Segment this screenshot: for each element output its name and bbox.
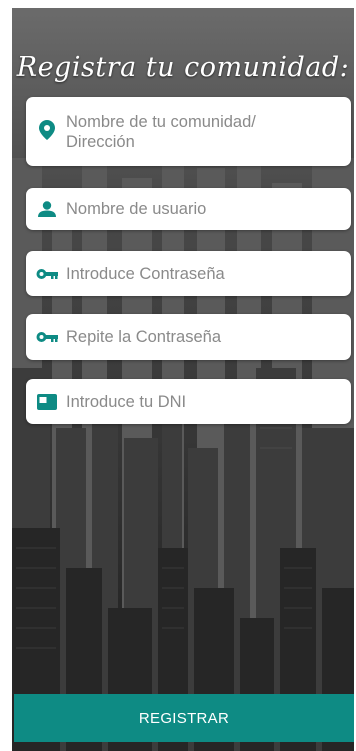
username-field[interactable]: Nombre de usuario — [26, 188, 351, 230]
password-placeholder: Introduce Contraseña — [66, 264, 225, 283]
id-card-icon — [36, 391, 58, 413]
register-button[interactable]: REGISTRAR — [14, 694, 354, 742]
page-title: Registra tu comunidad: — [16, 52, 350, 83]
key-icon — [36, 263, 58, 285]
password-field[interactable]: Introduce Contraseña — [26, 251, 351, 296]
username-placeholder: Nombre de usuario — [66, 200, 207, 218]
repeat-password-field[interactable]: Repite la Contraseña — [26, 314, 351, 360]
repeat-password-placeholder: Repite la Contraseña — [66, 328, 222, 346]
registration-screen: Registra tu comunidad: Nombre de tu comu… — [12, 8, 354, 751]
person-icon — [36, 198, 58, 220]
location-pin-icon — [36, 119, 58, 141]
key-icon — [36, 326, 58, 348]
community-address-placeholder: Nombre de tu comunidad/ Dirección — [66, 113, 256, 151]
community-address-field[interactable]: Nombre de tu comunidad/ Dirección — [26, 97, 351, 166]
dni-placeholder: Introduce tu DNI — [66, 392, 187, 411]
dni-field[interactable]: Introduce tu DNI — [26, 379, 351, 424]
